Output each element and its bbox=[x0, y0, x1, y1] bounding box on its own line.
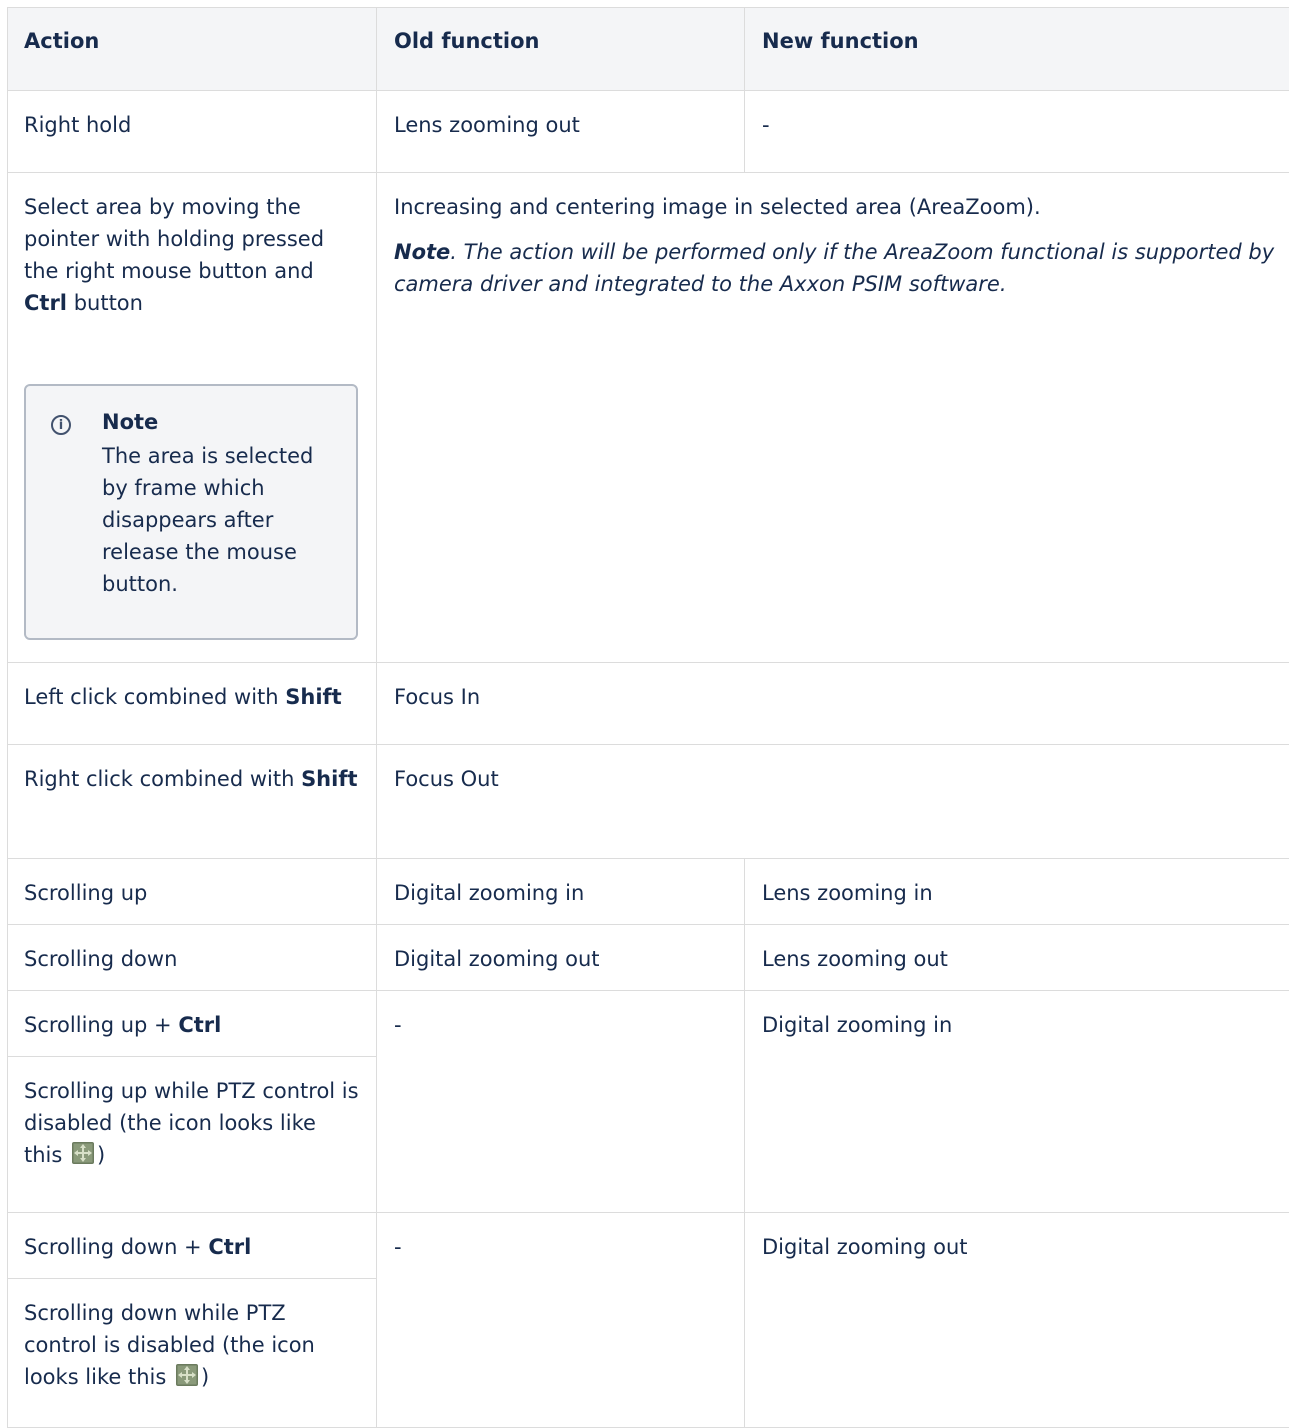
row7-old-text: - bbox=[394, 1013, 402, 1037]
row2-merged-text: Increasing and centering image in select… bbox=[394, 195, 1041, 219]
row2-merged: Increasing and centering image in select… bbox=[377, 173, 1289, 663]
actions-table: Action Old function New function Right h… bbox=[7, 7, 1289, 1428]
row3-action: Left click combined with Shift bbox=[7, 663, 377, 745]
row4-action: Right click combined with Shift bbox=[7, 745, 377, 859]
row3-action-text: Left click combined with bbox=[24, 685, 286, 709]
row2-note-label: Note bbox=[394, 240, 451, 264]
row8-new-text: Digital zooming out bbox=[762, 1235, 968, 1259]
row7-action2-end: ) bbox=[97, 1143, 106, 1167]
ptz-move-icon bbox=[72, 1141, 94, 1164]
note-body: The area is selected by frame which disa… bbox=[102, 444, 314, 596]
row7-old: - bbox=[377, 991, 745, 1213]
row5-old-text: Digital zooming in bbox=[394, 881, 585, 905]
row8-action2-end: ) bbox=[200, 1365, 210, 1389]
row5-new: Lens zooming in bbox=[745, 859, 1289, 925]
row1-old: Lens zooming out bbox=[377, 91, 745, 173]
row7-new: Digital zooming in bbox=[745, 991, 1289, 1213]
row6-new: Lens zooming out bbox=[745, 925, 1289, 991]
header-old-function: Old function bbox=[377, 7, 745, 91]
row7-action-text: Scrolling up + bbox=[24, 1013, 179, 1037]
note-panel: i Note The area is selected by frame whi… bbox=[24, 384, 358, 640]
row2-note: Note. The action will be performed only … bbox=[394, 236, 1279, 300]
row8-action-text: Scrolling down + bbox=[24, 1235, 209, 1259]
row3-merged: Focus In bbox=[377, 663, 1289, 745]
row6-new-text: Lens zooming out bbox=[762, 947, 948, 971]
row3-merged-text: Focus In bbox=[394, 685, 481, 709]
row8-new: Digital zooming out bbox=[745, 1213, 1289, 1428]
row7-action-a: Scrolling up + Ctrl bbox=[7, 991, 377, 1057]
header-old-label: Old function bbox=[394, 29, 540, 53]
row7-action-key: Ctrl bbox=[178, 1013, 222, 1037]
header-new-label: New function bbox=[762, 29, 919, 53]
row1-new-text: - bbox=[762, 113, 770, 137]
row7-new-text: Digital zooming in bbox=[762, 1013, 953, 1037]
row4-merged: Focus Out bbox=[377, 745, 1289, 859]
row6-action-text: Scrolling down bbox=[24, 947, 178, 971]
row5-old: Digital zooming in bbox=[377, 859, 745, 925]
header-action: Action bbox=[7, 7, 377, 91]
row8-action2-text: Scrolling down while PTZ control is disa… bbox=[24, 1301, 315, 1389]
row2-action-text: Select area by moving the pointer with h… bbox=[24, 195, 325, 283]
row6-old: Digital zooming out bbox=[377, 925, 745, 991]
row8-action-key: Ctrl bbox=[208, 1235, 252, 1259]
row8-action-b: Scrolling down while PTZ control is disa… bbox=[7, 1279, 377, 1428]
info-icon: i bbox=[51, 415, 71, 435]
row4-action-key: Shift bbox=[301, 767, 358, 791]
row2-action: Select area by moving the pointer with h… bbox=[7, 173, 377, 663]
row5-new-text: Lens zooming in bbox=[762, 881, 933, 905]
row1-action-text: Right hold bbox=[24, 113, 132, 137]
row1-old-text: Lens zooming out bbox=[394, 113, 580, 137]
ptz-move-icon bbox=[175, 1363, 198, 1386]
row6-old-text: Digital zooming out bbox=[394, 947, 600, 971]
row2-note-text: . The action will be performed only if t… bbox=[394, 240, 1275, 296]
row1-new: - bbox=[745, 91, 1289, 173]
header-new-function: New function bbox=[745, 7, 1289, 91]
row2-action-text-end: button bbox=[67, 291, 143, 315]
row3-action-key: Shift bbox=[285, 685, 342, 709]
row5-action: Scrolling up bbox=[7, 859, 377, 925]
row5-action-text: Scrolling up bbox=[24, 881, 148, 905]
row4-action-text: Right click combined with bbox=[24, 767, 302, 791]
row1-action: Right hold bbox=[7, 91, 377, 173]
row2-action-key: Ctrl bbox=[24, 291, 68, 315]
row8-old-text: - bbox=[394, 1235, 402, 1259]
row6-action: Scrolling down bbox=[7, 925, 377, 991]
row8-old: - bbox=[377, 1213, 745, 1428]
row8-action-a: Scrolling down + Ctrl bbox=[7, 1213, 377, 1279]
note-title: Note bbox=[102, 410, 159, 434]
header-action-label: Action bbox=[24, 29, 100, 53]
row4-merged-text: Focus Out bbox=[394, 767, 499, 791]
row7-action-b: Scrolling up while PTZ control is disabl… bbox=[7, 1057, 377, 1213]
